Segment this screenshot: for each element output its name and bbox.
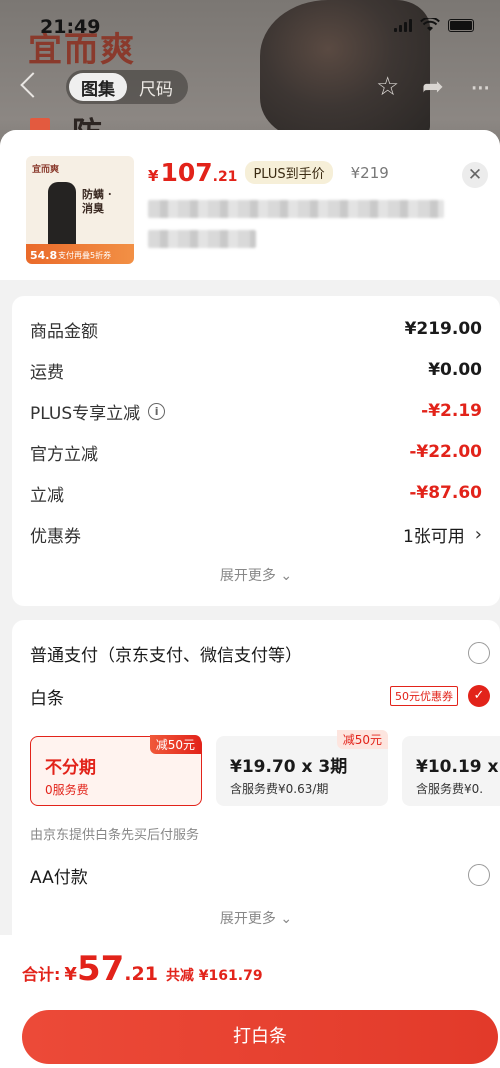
checkout-sheet: 宜而爽 防螨 · 消臭 54.8 支付再叠5折券 ¥ 107 .21 PLUS到… <box>0 130 500 1068</box>
summary-label: 立减 <box>30 485 64 506</box>
price-symbol: ¥ <box>148 167 159 185</box>
summary-row-official: 官方立减 -¥22.00 <box>30 437 482 467</box>
summary-label: 优惠券 <box>30 526 81 547</box>
coupon-value-group: 1张可用 › <box>403 522 482 547</box>
plan-sub: 含服务费¥0.63/期 <box>230 782 329 796</box>
summary-row-discount: 立减 -¥87.60 <box>30 478 482 508</box>
summary-row-shipping: 运费 ¥0.00 <box>30 355 482 385</box>
top-nav: 图集 尺码 ☆ ➦ ··· <box>0 66 500 110</box>
total-saved: 共减 ¥161.79 <box>165 968 263 984</box>
share-icon[interactable]: ➦ <box>422 72 444 102</box>
payment-option-aa[interactable]: AA付款 <box>30 858 490 892</box>
total-integer: 57 <box>76 949 125 989</box>
expand-more-payment[interactable]: 展开更多 ⌄ <box>12 908 500 928</box>
summary-value: ¥0.00 <box>428 360 482 380</box>
price-decimal: .21 <box>212 169 238 185</box>
baitiao-note: 由京东提供白条先买后付服务 <box>30 828 200 843</box>
summary-label: 运费 <box>30 362 64 383</box>
tab-size[interactable]: 尺码 <box>127 73 185 101</box>
wifi-icon <box>420 18 440 31</box>
plan-no-installment[interactable]: 减50元 不分期 0服务费 <box>30 735 202 806</box>
summary-row-coupon[interactable]: 优惠券 1张可用 › <box>30 519 482 549</box>
plan-3-installments[interactable]: 减50元 ¥19.70 x 3期 含服务费¥0.63/期 <box>216 730 388 806</box>
payment-label: AA付款 <box>30 867 88 888</box>
summary-row-goods: 商品金额 ¥219.00 <box>30 314 482 344</box>
thumb-model <box>48 182 76 248</box>
signal-icon <box>394 18 412 32</box>
total-row: 合计: ¥ 57 .21 共减 ¥161.79 <box>22 949 263 989</box>
thumb-tag: 支付再叠5折券 <box>58 251 112 260</box>
plan-main: 不分期 <box>45 758 96 778</box>
plan-main: ¥19.70 x 3期 <box>230 757 348 777</box>
price-summary-card: 商品金额 ¥219.00 运费 ¥0.00 PLUS专享立减 i -¥2.19 … <box>12 296 500 606</box>
product-card: 宜而爽 防螨 · 消臭 54.8 支付再叠5折券 ¥ 107 .21 PLUS到… <box>0 130 500 280</box>
summary-label-group: PLUS专享立减 i <box>30 399 166 424</box>
total-decimal: .21 <box>124 963 158 985</box>
status-icons <box>394 18 474 32</box>
price-row: ¥ 107 .21 PLUS到手价 ¥219 <box>148 158 389 187</box>
plus-price-tag: PLUS到手价 <box>245 161 333 184</box>
payment-label: 白条 <box>30 688 64 709</box>
tab-gallery[interactable]: 图集 <box>69 73 127 101</box>
total-symbol: ¥ <box>64 964 77 985</box>
blurred-product-spec <box>148 230 256 248</box>
pay-baitiao-button[interactable]: 打白条 <box>22 1010 498 1064</box>
summary-value: 1张可用 <box>402 526 465 547</box>
payment-option-general[interactable]: 普通支付（京东支付、微信支付等） <box>30 636 490 670</box>
plan-6-installments[interactable]: ¥10.19 x 6期 含服务费¥0. <box>402 736 500 806</box>
battery-icon <box>448 18 474 32</box>
product-thumbnail[interactable]: 宜而爽 防螨 · 消臭 54.8 支付再叠5折券 <box>26 156 134 264</box>
summary-value: -¥22.00 <box>409 442 482 462</box>
favorite-icon[interactable]: ☆ <box>376 72 399 102</box>
info-icon[interactable]: i <box>148 402 166 420</box>
payment-label: 普通支付（京东支付、微信支付等） <box>30 645 302 666</box>
expand-more-summary[interactable]: 展开更多 ⌄ <box>12 565 500 585</box>
close-icon[interactable]: ✕ <box>462 162 488 188</box>
original-price: ¥219 <box>350 164 389 182</box>
summary-label: PLUS专享立减 <box>30 403 141 424</box>
baitiao-right: 50元优惠券 ✓ <box>390 685 490 707</box>
summary-row-plus: PLUS专享立减 i -¥2.19 <box>30 396 482 426</box>
summary-value: -¥2.19 <box>421 401 482 421</box>
radio-baitiao-checked[interactable]: ✓ <box>468 685 490 707</box>
summary-value: ¥219.00 <box>404 319 482 339</box>
thumb-brand: 宜而爽 <box>32 165 60 175</box>
thumb-promo-bar: 54.8 支付再叠5折券 <box>26 244 134 264</box>
blurred-product-name <box>148 200 444 218</box>
gallery-tabs: 图集 尺码 <box>66 70 188 104</box>
thumb-price: 54.8 <box>30 249 58 262</box>
summary-label: 官方立减 <box>30 444 98 465</box>
radio-aa[interactable] <box>468 864 490 886</box>
thumb-text: 防螨 · 消臭 <box>82 188 112 215</box>
plan-main: ¥10.19 x 6期 <box>416 757 500 777</box>
status-time: 21:49 <box>40 16 101 38</box>
summary-value: -¥87.60 <box>409 483 482 503</box>
plan-sub: 0服务费 <box>45 783 89 797</box>
plan-discount-tag: 减50元 <box>336 730 388 749</box>
plan-sub: 含服务费¥0. <box>416 782 484 796</box>
payment-option-baitiao[interactable]: 白条 50元优惠券 ✓ <box>30 679 490 713</box>
checkout-footer: 合计: ¥ 57 .21 共减 ¥161.79 打白条 <box>0 935 500 1068</box>
baitiao-coupon-badge: 50元优惠券 <box>390 686 458 706</box>
status-bar: 21:49 <box>0 0 500 50</box>
radio-general[interactable] <box>468 642 490 664</box>
total-label: 合计: <box>22 965 61 984</box>
price-integer: 107 <box>160 158 213 187</box>
chevron-right-icon: › <box>474 523 482 545</box>
back-icon[interactable] <box>20 72 46 98</box>
summary-label: 商品金额 <box>30 321 98 342</box>
plan-discount-tag: 减50元 <box>149 735 201 754</box>
more-icon[interactable]: ··· <box>470 74 491 104</box>
